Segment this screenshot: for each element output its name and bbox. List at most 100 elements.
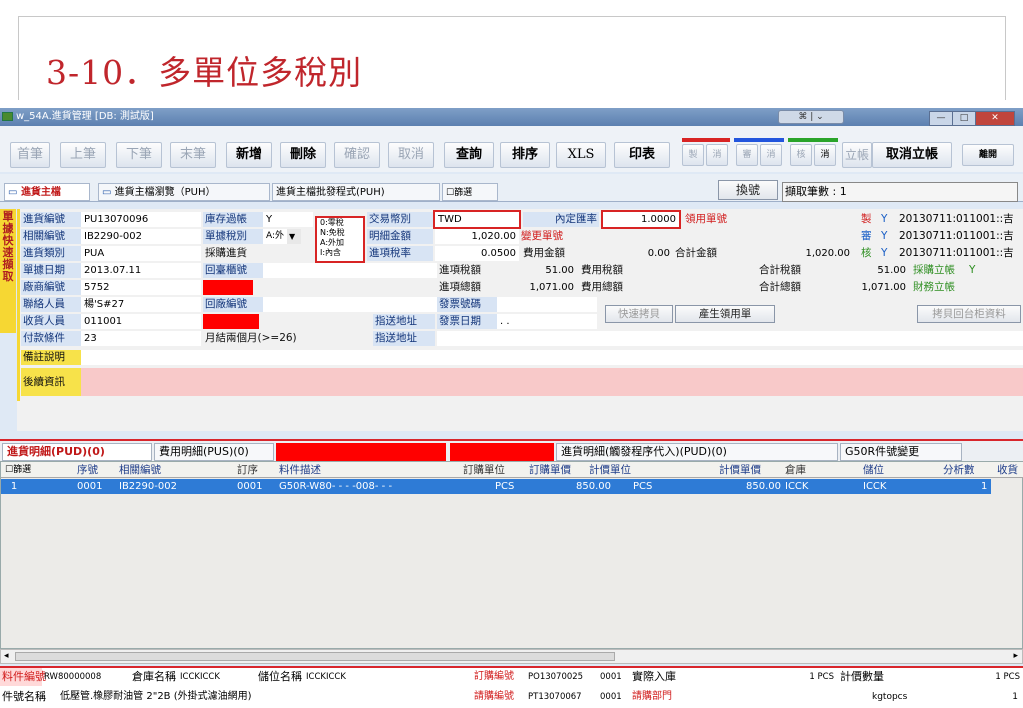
tab-browse[interactable]: ▭ 進貨主檔瀏覽（PUH） [98, 183, 270, 201]
ship-addr-field[interactable] [437, 331, 1023, 346]
type-label: 進貨類別 [21, 246, 81, 261]
maximize-button[interactable]: □ [952, 111, 976, 126]
tab-trigger-detail[interactable]: 進貨明細(觸發程序代入)(PUD)(0) [556, 443, 838, 461]
inv-no-field[interactable] [497, 297, 597, 312]
col-receive[interactable]: 收貨 [997, 463, 1018, 477]
col-filter[interactable]: ☐篩選 [5, 463, 31, 477]
prev-button[interactable]: 上筆 [60, 142, 106, 168]
sum-tax-field[interactable]: 51.00 [817, 263, 909, 278]
confirm-button[interactable]: 確認 [334, 142, 380, 168]
last-button[interactable]: 末筆 [170, 142, 216, 168]
tax-amt-field[interactable]: 51.00 [497, 263, 577, 278]
note-field[interactable] [81, 350, 1023, 365]
chevron-down-icon[interactable]: ▼ [287, 229, 301, 244]
copy-back-button[interactable]: 拷貝回台柜資料 [917, 305, 1021, 323]
window-controls: — □ ✕ [929, 109, 1015, 126]
loc-name-field: ICCKICCK [306, 672, 346, 682]
pay-field[interactable]: 23 [81, 331, 201, 346]
window-title: w_54A.進貨管理 [DB: 測試版] [16, 111, 154, 122]
titlebar-center-control[interactable]: ⌘ | ⌄ [778, 110, 844, 124]
date-label: 單據日期 [21, 263, 81, 278]
approve-button[interactable]: 核 [790, 144, 812, 166]
unapprove-button[interactable]: 消 [814, 144, 836, 166]
col-price-unit[interactable]: 計價單位 [589, 463, 631, 477]
tab-main[interactable]: ▭ 進貨主檔 [4, 183, 90, 201]
total-field[interactable]: 1,071.00 [497, 280, 577, 295]
tab-fee-detail[interactable]: 費用明細(PUS)(0) [154, 443, 274, 461]
cancel-button[interactable]: 取消 [388, 142, 434, 168]
scroll-right-icon[interactable]: ▸ [1013, 650, 1018, 663]
xls-button[interactable]: XLS [556, 142, 606, 168]
minimize-button[interactable]: — [929, 111, 953, 126]
ap-label: 採購立帳 [913, 264, 955, 276]
make-button[interactable]: 製 [682, 144, 704, 166]
req-qty-field: 1 [1012, 692, 1018, 702]
inv-date-field[interactable]: . . [497, 314, 597, 329]
ref-field[interactable]: IB2290-002 [81, 229, 201, 244]
review-marker [734, 138, 784, 142]
detail-amt-field[interactable]: 1,020.00 [435, 229, 519, 244]
gen-req-button[interactable]: 產生領用單 [675, 305, 775, 323]
tax-rate-field[interactable]: 0.0500 [435, 246, 519, 261]
scroll-left-icon[interactable]: ◂ [4, 650, 9, 663]
swap-button[interactable]: 換號 [718, 180, 778, 200]
exit-button[interactable]: 離開 [962, 144, 1014, 166]
sum-amt-field[interactable]: 1,020.00 [729, 246, 853, 261]
form-accent [17, 209, 20, 401]
sum-total-field[interactable]: 1,071.00 [817, 280, 909, 295]
tab-generator[interactable]: 進貨主檔批發程式(PUH) [272, 183, 440, 201]
col-unit[interactable]: 訂購單位 [463, 463, 505, 477]
unreview-button[interactable]: 消 [760, 144, 782, 166]
wh-name-label: 倉庫名稱 [132, 670, 176, 683]
purchase-label: 採購進貨 [205, 247, 247, 259]
quick-copy-button[interactable]: 快速拷貝 [605, 305, 673, 323]
unpost-button[interactable]: 取消立帳 [872, 142, 952, 168]
quick-fetch-sidebar[interactable]: 單據快速擷取 [0, 209, 16, 333]
col-seq[interactable]: 序號 [77, 463, 98, 477]
doc-no-field[interactable]: PU13070096 [81, 212, 201, 227]
query-button[interactable]: 查詢 [444, 142, 494, 168]
col-qty[interactable]: 分析數 [943, 463, 975, 477]
doc-no-label: 進貨編號 [21, 212, 81, 227]
po-field: PO13070025 [528, 672, 584, 682]
close-button[interactable]: ✕ [975, 111, 1015, 126]
counter-field[interactable] [263, 263, 437, 278]
check-time: 20130711:011001::吉 [899, 247, 1014, 259]
contact-label: 聯絡人員 [21, 297, 81, 312]
tab-g50r-change[interactable]: G50R件號變更 [840, 443, 962, 461]
col-price-value[interactable]: 計價單價 [719, 463, 761, 477]
col-price[interactable]: 訂購單價 [529, 463, 571, 477]
tab-purchase-detail[interactable]: 進貨明細(PUD)(0) [2, 443, 152, 461]
date-field[interactable]: 2013.07.11 [81, 263, 201, 278]
sort-button[interactable]: 排序 [500, 142, 550, 168]
stock-field[interactable]: Y [263, 212, 313, 227]
add-button[interactable]: 新增 [226, 142, 272, 168]
post-button[interactable]: 立帳 [842, 142, 872, 168]
taxtype-select[interactable]: A:外 [263, 229, 287, 244]
col-ref[interactable]: 相關編號 [119, 463, 161, 477]
col-location[interactable]: 儲位 [863, 463, 884, 477]
col-desc[interactable]: 料件描述 [279, 463, 321, 477]
review-button[interactable]: 審 [736, 144, 758, 166]
next-button[interactable]: 下筆 [116, 142, 162, 168]
vendor-field[interactable]: 5752 [81, 280, 201, 295]
fee-amt-field[interactable]: 0.00 [577, 246, 673, 261]
window-titlebar[interactable]: w_54A.進貨管理 [DB: 測試版] ⌘ | ⌄ — □ ✕ [0, 108, 1023, 126]
table-row[interactable]: 1 0001 IB2290-002 0001 G50R-W80- - - -00… [1, 479, 991, 494]
col-warehouse[interactable]: 倉庫 [785, 463, 806, 477]
horizontal-scrollbar[interactable]: ◂ ▸ [0, 649, 1023, 664]
print-button[interactable]: 印表 [614, 142, 670, 168]
scroll-thumb[interactable] [15, 652, 615, 661]
taxtype-label: 單據稅別 [203, 229, 263, 244]
check-flag-label: 核 [861, 247, 872, 259]
receiver-field[interactable]: 011001 [81, 314, 201, 329]
remark-field[interactable] [81, 368, 1023, 396]
delete-button[interactable]: 刪除 [280, 142, 326, 168]
contact-field[interactable]: 楊'S#27 [81, 297, 201, 312]
factory-field[interactable] [263, 297, 437, 312]
first-button[interactable]: 首筆 [10, 142, 50, 168]
filter-checkbox[interactable]: ☐篩選 [442, 183, 498, 201]
col-order-seq[interactable]: 訂序 [237, 463, 258, 477]
type-field[interactable]: PUA [81, 246, 201, 261]
unmake-button[interactable]: 消 [706, 144, 728, 166]
